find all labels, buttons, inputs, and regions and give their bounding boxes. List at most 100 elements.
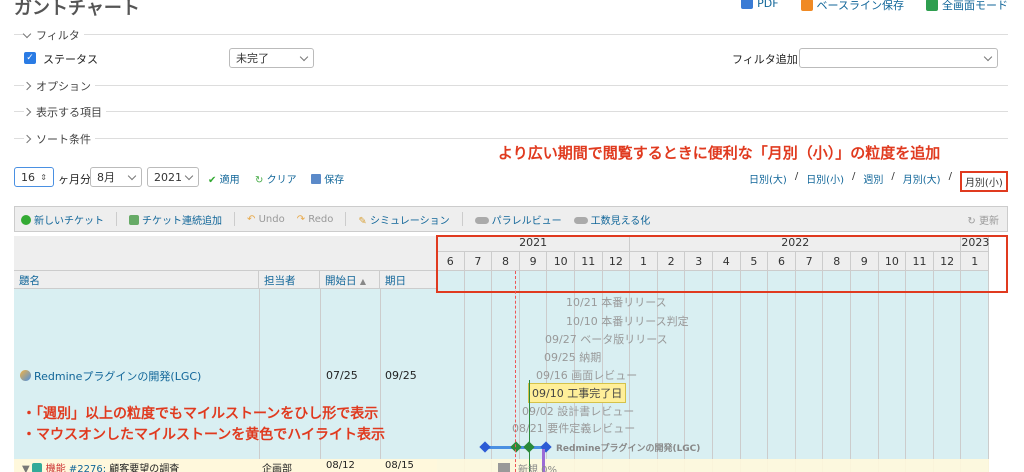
milestone-note-2: ・マウスオンしたマイルストーンを黄色でハイライト表示 [22, 427, 386, 443]
sort-legend[interactable]: ソート条件 [22, 131, 95, 147]
simulation-button[interactable]: ✎ シミュレーション [358, 212, 449, 227]
bulk-add-button[interactable]: チケット連続追加 [129, 212, 222, 227]
months-stepper[interactable]: 16 ⇕ [14, 167, 54, 187]
zoom-day-large[interactable]: 日別(大) [749, 171, 787, 192]
display-items-divider [14, 111, 1008, 112]
milestone-label[interactable]: 09/02 設計書レビュー [522, 403, 634, 419]
project-due-date: 09/25 [385, 369, 417, 382]
issue-due-date: 08/15 [385, 460, 414, 471]
options-legend[interactable]: オプション [22, 78, 95, 94]
month-column [961, 271, 989, 472]
toggle-icon [573, 216, 588, 224]
chevron-right-icon [22, 134, 32, 144]
filter-legend[interactable]: フィルタ [22, 27, 84, 43]
display-items-legend[interactable]: 表示する項目 [22, 104, 106, 120]
redo-icon: ↷ [296, 213, 306, 225]
redo-button[interactable]: ↷ Redo [297, 214, 334, 225]
baseline-icon [800, 0, 813, 11]
pdf-icon [741, 0, 754, 9]
milestone-note-1: ・「週別」以上の粒度でもマイルストーンをひし形で表示 [22, 406, 379, 422]
add-filter-label: フィルタ追加 [732, 53, 798, 66]
status-select[interactable]: 未完了 [229, 48, 314, 68]
subject-column-header[interactable]: 題名 [14, 271, 259, 289]
month-column [713, 271, 741, 472]
undo-button[interactable]: ↶ Undo [247, 214, 285, 225]
month-select[interactable]: 8月 [90, 167, 142, 187]
month-column [768, 271, 796, 472]
issue-bar-label: 新規 0% [518, 465, 558, 472]
baseline-save-link[interactable]: ベースライン保存 [800, 0, 904, 13]
issue-start-date: 08/12 [326, 460, 355, 471]
milestone-label-highlighted[interactable]: 09/10 工事完了日 [528, 383, 627, 403]
toolbar-separator [461, 212, 463, 226]
status-label: ステータス [43, 53, 98, 66]
new-ticket-button[interactable]: 新しいチケット [21, 212, 104, 227]
project-start-date: 07/25 [326, 369, 358, 382]
check-icon: ✔ [208, 175, 217, 186]
top-actions: PDF ベースライン保存 全画面モード [741, 0, 1008, 13]
toolbar-separator [116, 212, 117, 226]
gantt-toolbar: 新しいチケット チケット連続追加 ↶ Undo ↷ Redo ✎ シミュレーショ… [14, 206, 1008, 232]
zoom-day-small[interactable]: 日別(小) [806, 171, 844, 192]
refresh-button[interactable]: ↻ 更新 [967, 212, 999, 227]
milestone-label[interactable]: 08/21 要件定義レビュー [512, 420, 635, 436]
reload-icon: ↻ [255, 175, 264, 186]
chevron-right-icon [22, 107, 32, 117]
toolbar-separator [345, 212, 347, 226]
status-checkbox[interactable]: ✓ [24, 52, 36, 64]
month-column [851, 271, 879, 472]
add-filter-select[interactable] [799, 48, 998, 68]
effort-view-toggle[interactable]: 工数見える化 [573, 212, 650, 227]
chevron-down-icon [299, 52, 309, 61]
start-date-column-header[interactable]: 開始日 ▲ [320, 271, 380, 289]
issue-bar[interactable] [498, 463, 510, 472]
project-bar-label: Redmineプラグインの開発(LGC) [556, 444, 701, 454]
column-divider [259, 289, 260, 472]
zoom-month-small[interactable]: 月別(小) [959, 171, 1008, 192]
fullscreen-icon [926, 0, 938, 11]
stepper-icon: ⇕ [40, 172, 47, 182]
save-link[interactable]: 保存 [311, 171, 344, 186]
project-subject[interactable]: Redmineプラグインの開発(LGC) [20, 368, 201, 384]
plus-icon [21, 214, 31, 225]
toolbar-separator [234, 212, 235, 226]
pdf-link[interactable]: PDF [741, 0, 779, 13]
year-select[interactable]: 2021 [147, 167, 199, 187]
month-column [933, 271, 962, 472]
zoom-feature-note: より広い期間で閲覧するときに便利な「月別（小）」の粒度を追加 [498, 144, 941, 162]
options-divider [14, 85, 1008, 86]
milestone-label[interactable]: 09/16 画面レビュー [536, 367, 637, 383]
apply-link[interactable]: ✔ 適用 [208, 171, 240, 186]
milestone-label[interactable]: 10/10 本番リリース判定 [566, 313, 689, 329]
document-plus-icon [129, 214, 139, 225]
milestone-label[interactable]: 09/27 ベータ版リリース [545, 331, 668, 347]
issue-icon [31, 463, 42, 472]
page-title: ガントチャート [14, 0, 140, 19]
sort-asc-icon: ▲ [359, 277, 366, 286]
chevron-down-icon [184, 171, 194, 180]
toggle-icon [474, 216, 489, 224]
refresh-icon: ↻ [967, 215, 976, 227]
month-column [878, 271, 907, 472]
today-line [515, 271, 516, 472]
zoom-links: 日別(大) / 日別(小) / 週別 / 月別(大) / 月別(小) [749, 171, 1008, 192]
gantt-header-left [14, 236, 437, 271]
chevron-down-icon [127, 171, 137, 180]
undo-icon: ↶ [247, 213, 256, 225]
zoom-week[interactable]: 週別 [863, 171, 883, 192]
milestone-line [529, 380, 530, 472]
milestone-label[interactable]: 10/21 本番リリース [566, 294, 667, 310]
month-column [437, 271, 465, 472]
timeline-highlight-frame [436, 235, 1008, 293]
issue-subject[interactable]: ▼ 機能 #2276: 顧客要望の調査 [22, 460, 179, 472]
due-date-column-header[interactable]: 期日 [380, 271, 437, 289]
parallel-view-toggle[interactable]: パラレルビュー [474, 212, 562, 227]
pencil-icon: ✎ [358, 215, 367, 227]
milestone-label[interactable]: 09/25 納期 [544, 349, 601, 365]
sort-divider [14, 138, 1008, 139]
clear-link[interactable]: ↻ クリア [255, 171, 297, 186]
zoom-month-large[interactable]: 月別(大) [903, 171, 941, 192]
assignee-column-header[interactable]: 担当者 [259, 271, 320, 289]
fullscreen-link[interactable]: 全画面モード [926, 0, 1008, 13]
chevron-down-icon [983, 52, 993, 61]
